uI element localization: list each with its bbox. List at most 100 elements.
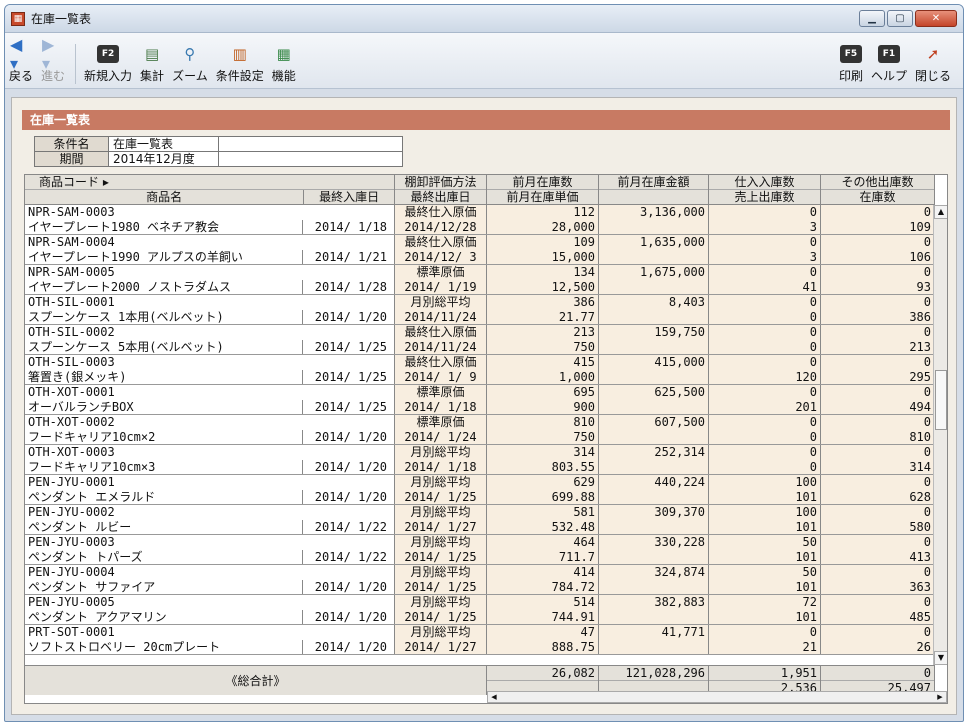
header-amount: 前月在庫金額 (599, 175, 709, 204)
other-out: 0 (923, 325, 931, 339)
table-row[interactable]: PEN-JYU-0003 ペンダント トパーズ 2014/ 1/22 月別総平均 201… (25, 535, 935, 565)
table-row[interactable]: OTH-SIL-0001 スプーンケース 1本用(ベルベット) 2014/ 1/20… (25, 295, 935, 325)
back-button[interactable]: ◀ ▾ 戻る (9, 35, 33, 84)
aggregate-button[interactable]: ▤ 集計 (140, 45, 164, 84)
table-row[interactable]: NPR-SAM-0005 イヤープレート2000 ノストラダムス 2014/ 1/2… (25, 265, 935, 295)
table-row[interactable]: PEN-JYU-0004 ペンダント サファイア 2014/ 1/20 月別総平均 20… (25, 565, 935, 595)
other-out: 0 (923, 385, 931, 399)
inventory-grid[interactable]: 商品コード ▸ 商品名 最終入庫日 棚卸評価方法 最終出庫日 前月在庫数 前月在… (24, 174, 948, 704)
table-row[interactable]: PEN-JYU-0005 ペンダント アクアマリン 2014/ 1/20 月別総平均 2… (25, 595, 935, 625)
stock-qty: 106 (909, 249, 931, 264)
in-qty: 0 (809, 385, 817, 399)
table-row[interactable]: PEN-JYU-0002 ペンダント ルビー 2014/ 1/22 月別総平均 2014… (25, 505, 935, 535)
cell-amount: 440,224 (599, 475, 709, 504)
header-last-in: 最終入庫日 (319, 190, 380, 204)
cell-amount: 252,314 (599, 445, 709, 474)
scroll-up-icon[interactable]: ▲ (934, 205, 947, 219)
product-code: PEN-JYU-0004 (28, 565, 115, 579)
last-out-date: 2014/ 1/25 (404, 489, 477, 504)
scroll-left-icon[interactable]: ◀ (488, 692, 500, 702)
prev-price: 28,000 (551, 219, 595, 234)
in-qty: 0 (809, 265, 817, 279)
last-in-date: 2014/ 1/25 (314, 369, 387, 384)
product-code: PRT-SOT-0001 (28, 625, 115, 639)
prev-qty: 414 (573, 565, 595, 579)
new-entry-button[interactable]: F2 新規入力 (84, 45, 132, 84)
f5-key-icon: F5 (839, 45, 862, 63)
table-row[interactable]: OTH-XOT-0003 フードキャリア10cm×3 2014/ 1/20 月別総平均… (25, 445, 935, 475)
vertical-scrollbar[interactable]: ▲ ▼ (933, 205, 947, 665)
cell-in-out: 00 (709, 445, 821, 474)
table-row[interactable]: OTH-XOT-0001 オーバルランチBOX 2014/ 1/25 標準原価 2014… (25, 385, 935, 415)
title-bar: ▦ 在庫一覧表 ▁ ▢ ✕ (5, 5, 963, 33)
prev-amount: 440,224 (654, 475, 705, 489)
cell-prev: 112 28,000 (487, 205, 599, 234)
last-out-date: 2014/ 1/19 (404, 279, 477, 294)
valuation-method: 最終仕入原価 (404, 355, 477, 369)
sales-out: 3 (809, 249, 817, 264)
horizontal-scrollbar[interactable]: ◀ ▶ (487, 691, 947, 703)
cell-amount: 3,136,000 (599, 205, 709, 234)
print-button[interactable]: F5 印刷 (839, 45, 863, 84)
header-code[interactable]: 商品コード ▸ (25, 175, 394, 190)
last-in-date: 2014/ 1/20 (314, 639, 387, 654)
prev-qty: 109 (573, 235, 595, 249)
in-qty: 0 (809, 205, 817, 219)
cell-code-name: PEN-JYU-0005 ペンダント アクアマリン 2014/ 1/20 (25, 595, 395, 624)
scroll-down-icon[interactable]: ▼ (934, 651, 947, 665)
table-row[interactable]: OTH-SIL-0002 スプーンケース 5本用(ベルベット) 2014/ 1/25… (25, 325, 935, 355)
zoom-button[interactable]: ⚲ ズーム (172, 45, 208, 84)
stock-qty: 810 (909, 429, 931, 444)
function-button[interactable]: ▦ 機能 (272, 45, 296, 84)
product-code: OTH-XOT-0003 (28, 445, 115, 459)
scroll-thumb[interactable] (935, 370, 947, 430)
cell-prev: 581 532.48 (487, 505, 599, 534)
table-row[interactable]: OTH-XOT-0002 フードキャリア10cm×2 2014/ 1/20 標準原価 2… (25, 415, 935, 445)
minimize-button[interactable]: ▁ (859, 10, 885, 27)
scroll-right-icon[interactable]: ▶ (934, 692, 946, 702)
header-in-qty: 仕入入庫数 (709, 175, 820, 190)
cell-prev: 47 888.75 (487, 625, 599, 654)
maximize-button[interactable]: ▢ (887, 10, 913, 27)
table-row[interactable]: PEN-JYU-0001 ペンダント エメラルド 2014/ 1/20 月別総平均 20… (25, 475, 935, 505)
forward-arrow-icon: ▶ ▾ (42, 35, 55, 73)
forward-button[interactable]: ▶ ▾ 進む (41, 35, 65, 84)
prev-price: 711.7 (558, 549, 595, 564)
product-code: OTH-SIL-0003 (28, 355, 115, 369)
cell-amount: 382,883 (599, 595, 709, 624)
period-label: 期間 (34, 151, 109, 167)
table-row[interactable]: PRT-SOT-0001 ソフトストロベリー 20cmプレート 2014/ 1/20… (25, 625, 935, 655)
cell-other-stock: 0 628 (821, 475, 935, 504)
last-out-date: 2014/ 1/18 (404, 399, 477, 414)
close-window-button[interactable]: ✕ (915, 10, 957, 27)
cell-amount: 415,000 (599, 355, 709, 384)
cell-prev: 464 711.7 (487, 535, 599, 564)
other-out: 0 (923, 295, 931, 309)
table-row[interactable]: OTH-SIL-0003 箸置き(銀メッキ) 2014/ 1/25 最終仕入原価 201… (25, 355, 935, 385)
table-row[interactable]: NPR-SAM-0004 イヤープレート1990 アルプスの羊飼い 2014/ 1/… (25, 235, 935, 265)
cell-other-stock: 0 485 (821, 595, 935, 624)
cell-in-out: 50 101 (709, 535, 821, 564)
cell-in-out: 72 101 (709, 595, 821, 624)
cell-in-out: 0 120 (709, 355, 821, 384)
totals-prev-qty: 26,082 (487, 666, 598, 681)
cell-method: 標準原価 2014/ 1/19 (395, 265, 487, 294)
product-name: イヤープレート1980 ベネチア教会 (28, 219, 303, 234)
table-row[interactable]: NPR-SAM-0003 イヤープレート1980 ベネチア教会 2014/ 1/18… (25, 205, 935, 235)
calculator-icon: ▤ (144, 45, 160, 63)
prev-price: 1,000 (558, 369, 595, 384)
cell-other-stock: 0 314 (821, 445, 935, 474)
prev-amount: 159,750 (654, 325, 705, 339)
stock-qty: 109 (909, 219, 931, 234)
product-name: スプーンケース 5本用(ベルベット) (28, 339, 303, 354)
cell-code-name: PEN-JYU-0004 ペンダント サファイア 2014/ 1/20 (25, 565, 395, 594)
condition-settings-button[interactable]: ▥ 条件設定 (216, 45, 264, 84)
prev-price: 900 (573, 399, 595, 414)
product-code: PEN-JYU-0003 (28, 535, 115, 549)
help-button[interactable]: F1 ヘルプ (871, 45, 907, 84)
close-button[interactable]: ➚ 閉じる (915, 45, 951, 84)
stock-qty: 386 (909, 309, 931, 324)
last-in-date: 2014/ 1/20 (314, 309, 387, 324)
cell-method: 月別総平均 2014/ 1/25 (395, 535, 487, 564)
other-out: 0 (923, 265, 931, 279)
